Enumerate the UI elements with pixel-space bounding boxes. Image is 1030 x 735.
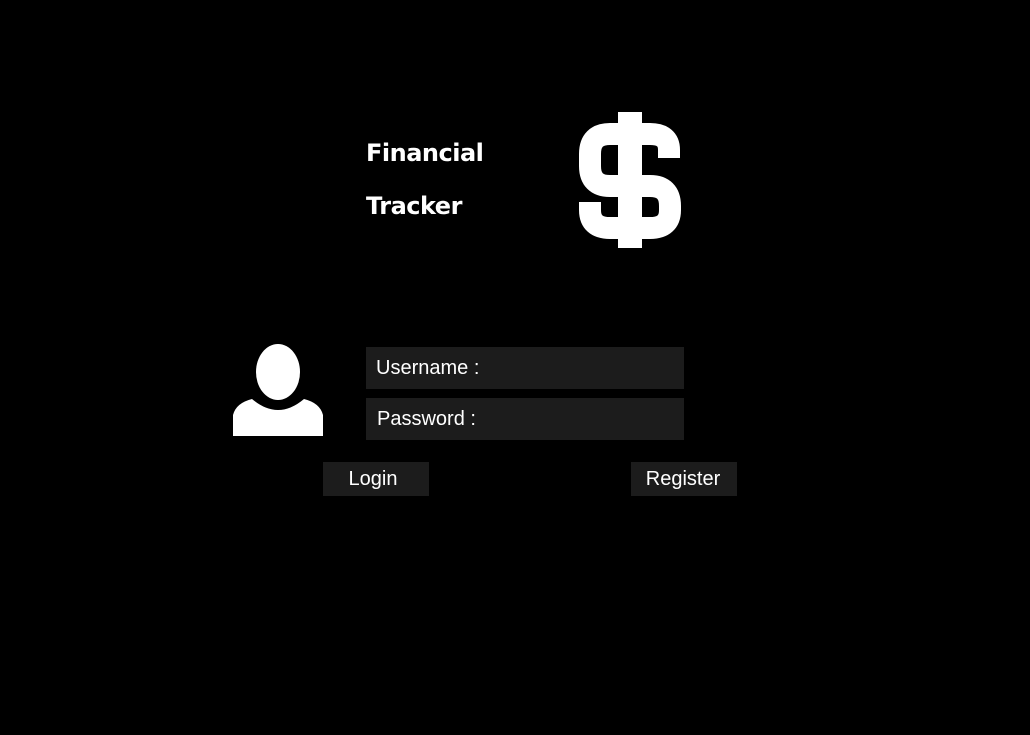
register-button[interactable]: Register — [631, 462, 737, 496]
username-label: Username : — [376, 356, 480, 379]
username-field[interactable]: Username : — [366, 347, 684, 389]
user-silhouette-icon — [233, 344, 323, 436]
login-button[interactable]: Login — [323, 462, 429, 496]
app-title-line-1: Financial — [366, 139, 484, 167]
password-label: Password : — [377, 407, 476, 430]
login-button-label: Login — [348, 467, 398, 490]
password-field[interactable]: Password : — [366, 398, 684, 440]
register-button-label: Register — [645, 467, 721, 490]
app-title-line-2: Tracker — [366, 192, 462, 220]
dollar-sign-icon — [579, 112, 681, 248]
